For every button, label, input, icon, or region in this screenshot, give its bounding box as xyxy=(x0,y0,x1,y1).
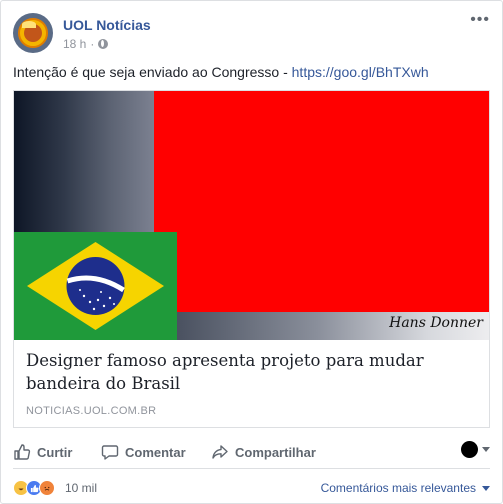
post-text: Intenção é que seja enviado ao Congresso… xyxy=(13,63,490,82)
like-label: Curtir xyxy=(37,444,73,460)
image-red-block xyxy=(154,91,489,312)
image-gray-gradient-top xyxy=(14,91,154,232)
comment-button[interactable]: Comentar xyxy=(101,439,186,465)
post-meta: 18 h · xyxy=(63,37,109,51)
chevron-down-icon xyxy=(482,485,490,491)
brazil-flag xyxy=(14,232,177,340)
action-bar: Curtir Comentar Compartilhar xyxy=(13,439,490,465)
audience-avatar-icon xyxy=(461,441,478,458)
share-button[interactable]: Compartilhar xyxy=(211,439,316,465)
post-link[interactable]: https://goo.gl/BhTXwh xyxy=(292,64,429,80)
designer-signature: Hans Donner xyxy=(389,315,483,331)
post-card: UOL Notícias 18 h · ••• Intenção é que s… xyxy=(0,0,503,504)
link-preview[interactable]: Hans Donner Designer famoso apresenta pr… xyxy=(13,90,490,428)
preview-image[interactable]: Hans Donner xyxy=(14,91,489,340)
avatar-logo-highlight xyxy=(22,21,36,28)
angry-reaction-icon xyxy=(39,480,55,496)
page-name-link[interactable]: UOL Notícias xyxy=(63,17,151,33)
comment-bubble-icon xyxy=(101,445,119,460)
thumbs-up-icon xyxy=(14,444,31,460)
comment-sort-selector[interactable]: Comentários mais relevantes xyxy=(321,481,490,495)
preview-title[interactable]: Designer famoso apresenta projeto para m… xyxy=(26,349,479,395)
post-time[interactable]: 18 h xyxy=(63,37,86,51)
page-avatar[interactable] xyxy=(13,13,53,53)
post-body: Intenção é que seja enviado ao Congresso… xyxy=(13,64,292,80)
chevron-down-icon xyxy=(482,447,490,452)
globe-icon xyxy=(98,39,109,49)
comment-label: Comentar xyxy=(125,444,186,460)
reactions-row: 10 mil Comentários mais relevantes xyxy=(13,478,490,498)
reaction-count[interactable]: 10 mil xyxy=(65,481,97,495)
reaction-icons[interactable] xyxy=(13,480,55,496)
preview-domain: NOTICIAS.UOL.COM.BR xyxy=(26,405,157,417)
audience-selector[interactable] xyxy=(461,441,490,458)
share-label: Compartilhar xyxy=(235,444,316,460)
share-arrow-icon xyxy=(212,445,228,459)
divider xyxy=(13,468,490,469)
more-options-icon[interactable]: ••• xyxy=(470,12,490,28)
like-button[interactable]: Curtir xyxy=(13,439,72,465)
meta-separator: · xyxy=(90,37,95,51)
post-header: UOL Notícias 18 h · ••• xyxy=(13,12,490,55)
comment-sort-label: Comentários mais relevantes xyxy=(320,481,476,495)
